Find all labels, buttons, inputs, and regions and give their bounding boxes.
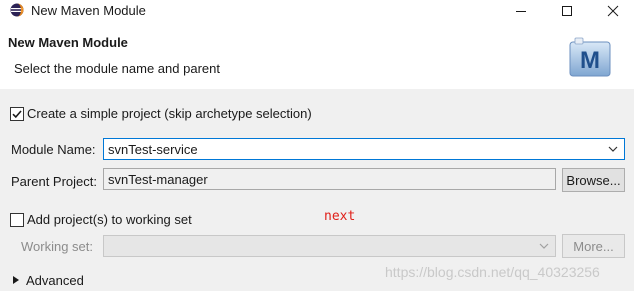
window-title: New Maven Module [31,3,146,18]
working-set-checkbox-label: Add project(s) to working set [27,212,192,227]
parent-project-label: Parent Project: [11,174,97,189]
more-button[interactable]: More... [562,234,625,258]
chevron-down-icon[interactable] [608,145,618,153]
parent-project-field: svnTest-manager [103,168,556,190]
maven-logo-text: M [580,47,600,74]
parent-project-value: svnTest-manager [108,172,208,187]
advanced-toggle[interactable]: Advanced [26,273,84,288]
wizard-description: Select the module name and parent [14,61,220,76]
maven-m-icon: M [569,37,611,77]
simple-project-label: Create a simple project (skip archetype … [27,106,312,121]
module-name-combo[interactable]: svnTest-service [103,138,625,160]
module-name-label: Module Name: [11,142,96,157]
annotation-note: next [324,209,356,224]
module-name-value[interactable]: svnTest-service [108,142,198,157]
working-set-combo[interactable] [103,235,556,257]
wizard-header [0,22,634,90]
chevron-down-icon [539,243,549,249]
maximize-icon [562,6,572,16]
close-button[interactable] [590,0,634,22]
simple-project-checkbox[interactable] [10,107,24,121]
watermark: https://blog.csdn.net/qq_40323256 [385,264,600,280]
maximize-button[interactable] [544,0,590,22]
working-set-label: Working set: [21,239,94,254]
eclipse-icon [10,3,24,17]
expand-triangle-icon[interactable] [13,276,19,284]
browse-button[interactable]: Browse... [562,168,625,192]
working-set-checkbox[interactable] [10,213,24,227]
close-icon [607,5,619,17]
minimize-button[interactable] [498,0,544,22]
checkmark-icon [12,110,22,119]
window-titlebar[interactable]: New Maven Module [0,0,634,22]
wizard-title: New Maven Module [8,35,128,50]
minimize-icon [516,11,526,12]
